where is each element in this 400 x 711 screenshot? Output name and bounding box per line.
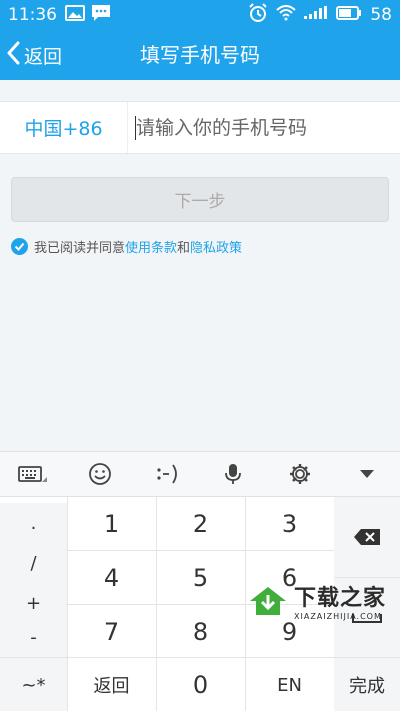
key-7[interactable]: 7 [67, 605, 156, 658]
keyboard-icon [18, 466, 48, 482]
microphone-icon [225, 464, 242, 484]
key-english[interactable]: EN [245, 658, 334, 711]
key-1[interactable]: 1 [67, 497, 156, 550]
agreement-row: 我已阅读并同意使用条款和隐私政策 [11, 237, 242, 256]
emoticon-button[interactable] [142, 454, 192, 494]
keyboard-toolbar [0, 451, 400, 496]
chevron-left-icon [6, 41, 20, 70]
emoticon-icon [157, 464, 177, 484]
title-bar: 填写手机号码 返回 [0, 30, 400, 80]
key-slash[interactable]: / [0, 543, 67, 583]
message-icon [91, 4, 111, 27]
collapse-keyboard-button[interactable] [342, 454, 392, 494]
key-minus[interactable]: - [0, 617, 67, 657]
key-8[interactable]: 8 [156, 605, 245, 658]
status-bar: 11:36 58 [0, 0, 400, 30]
keyboard-switch-button[interactable] [8, 454, 58, 494]
key-return[interactable]: 返回 [67, 658, 156, 711]
back-label: 返回 [24, 45, 63, 68]
watermark-sub: XIAZAIZHIJIA.COM [294, 612, 382, 621]
download-home-logo-icon [250, 586, 286, 615]
voice-input-button[interactable] [208, 454, 258, 494]
emoji-button[interactable] [75, 454, 125, 494]
signal-icon [304, 5, 328, 25]
text-cursor [135, 116, 136, 140]
backspace-icon [354, 529, 380, 545]
key-2[interactable]: 2 [156, 497, 245, 550]
key-4[interactable]: 4 [67, 551, 156, 604]
watermark-main: 下载之家 [294, 586, 387, 611]
privacy-link[interactable]: 隐私政策 [190, 241, 242, 256]
key-done[interactable]: 完成 [334, 658, 400, 711]
key-3[interactable]: 3 [245, 497, 334, 550]
image-icon [65, 4, 85, 26]
back-button[interactable]: 返回 [6, 30, 62, 80]
key-5[interactable]: 5 [156, 551, 245, 604]
wifi-icon [276, 4, 297, 26]
battery-icon [336, 5, 362, 25]
next-step-button[interactable]: 下一步 [11, 177, 389, 222]
key-dot[interactable]: . [0, 503, 67, 543]
phone-number-input[interactable] [128, 102, 400, 153]
key-0[interactable]: 0 [156, 658, 245, 711]
agree-checkbox[interactable] [11, 238, 28, 255]
agree-text: 我已阅读并同意 [34, 241, 126, 256]
alarm-icon [248, 2, 268, 28]
keyboard-settings-button[interactable] [275, 454, 325, 494]
triangle-down-icon [359, 470, 374, 478]
gear-icon [289, 464, 310, 484]
key-special-symbols[interactable]: ~* [0, 658, 67, 711]
and-text: 和 [177, 241, 191, 256]
battery-level: 58 [370, 5, 392, 25]
phone-input-row: 中国+86 [0, 101, 400, 154]
country-code-selector[interactable]: 中国+86 [0, 102, 128, 153]
status-time: 11:36 [8, 5, 57, 25]
smiley-icon [89, 463, 111, 485]
backspace-key[interactable] [334, 497, 400, 577]
watermark: 下载之家 XIAZAIZHIJIA.COM [248, 580, 386, 621]
check-icon [14, 242, 25, 251]
terms-link[interactable]: 使用条款 [125, 241, 177, 256]
